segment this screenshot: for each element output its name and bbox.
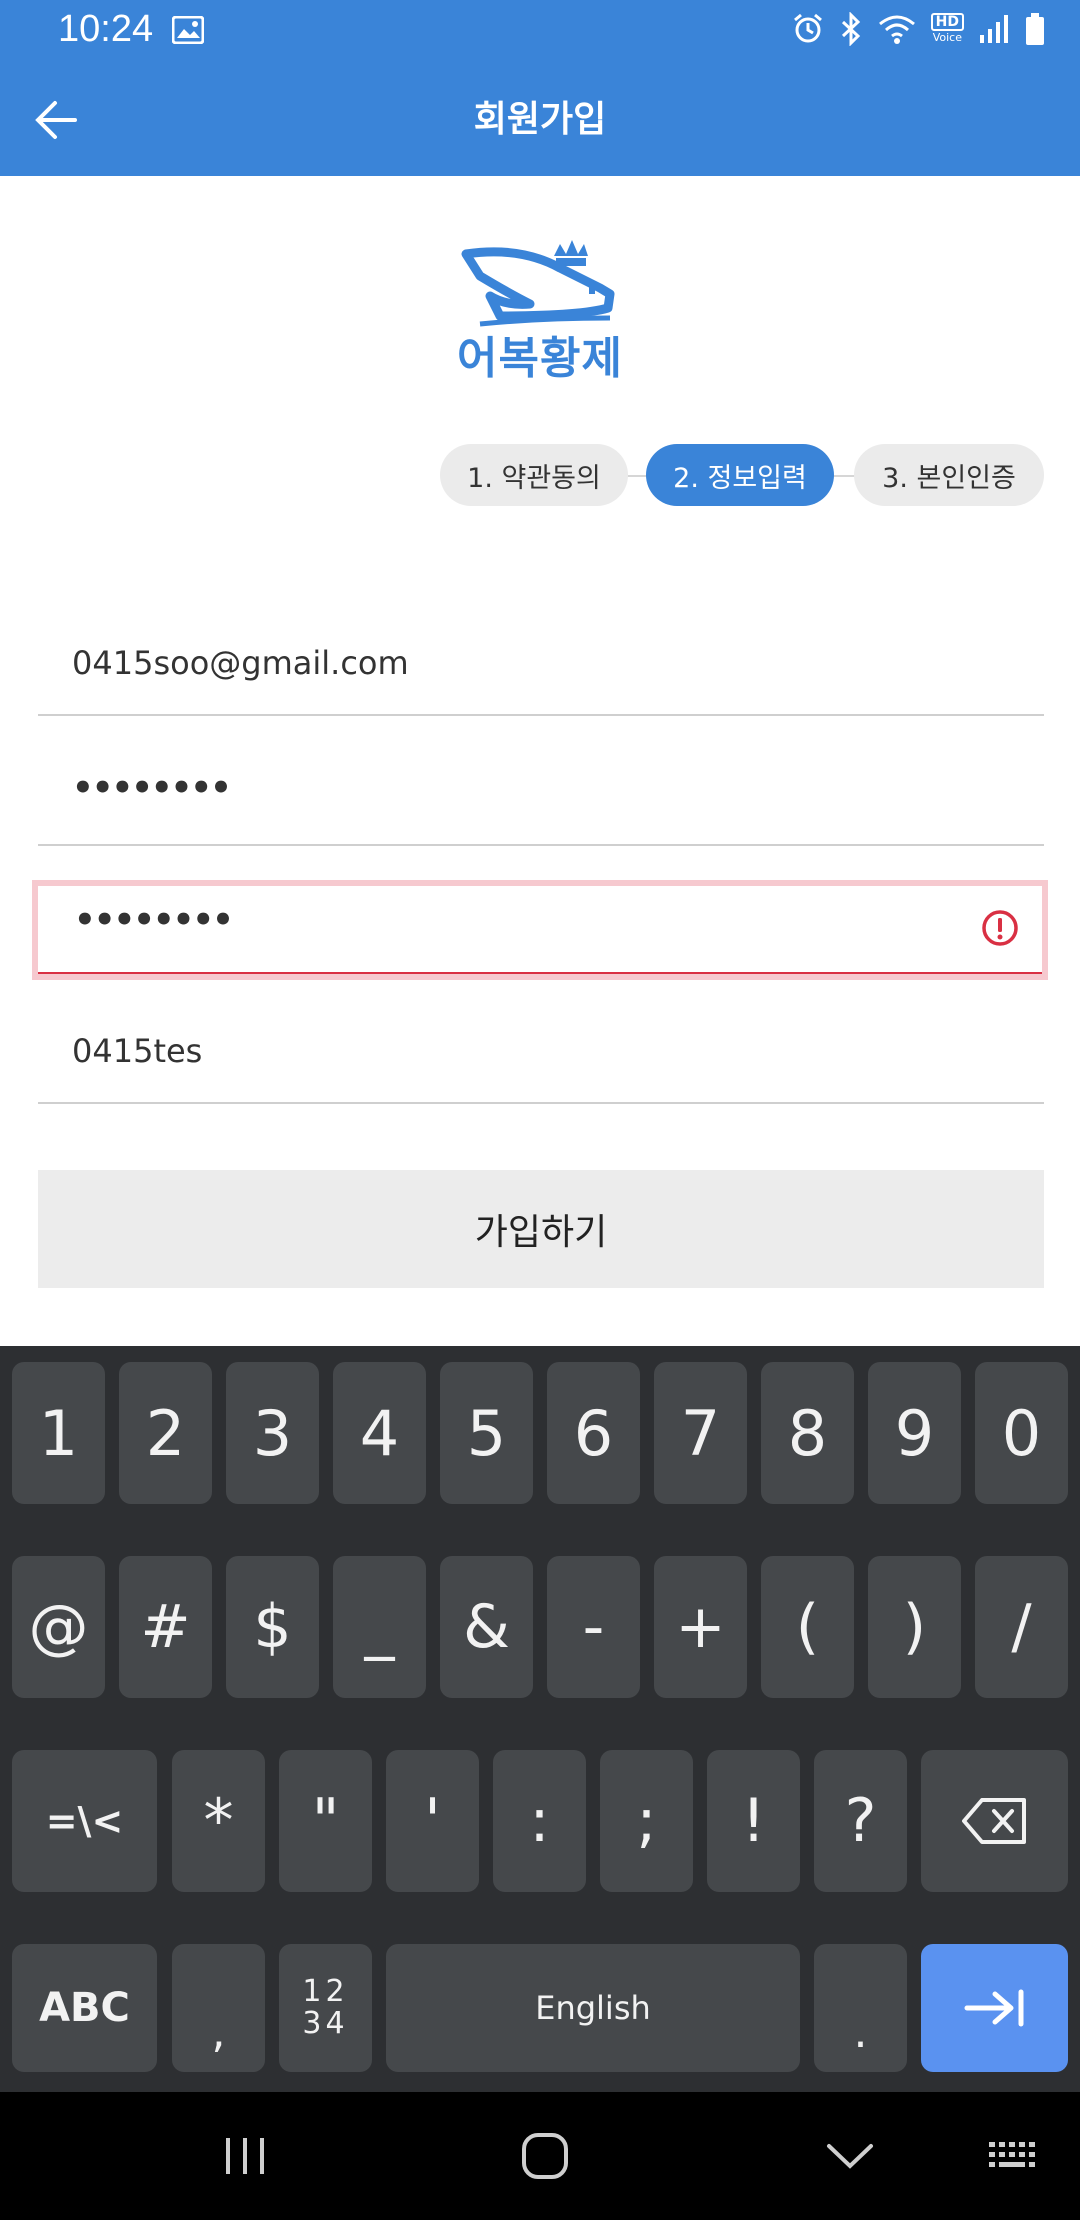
password-value: ••••••••	[72, 768, 232, 808]
key-abc[interactable]: ABC	[12, 1944, 157, 2072]
key-ampersand[interactable]: &	[440, 1556, 533, 1698]
key-hyphen[interactable]: -	[547, 1556, 640, 1698]
password-confirm-field[interactable]: ••••••••	[32, 880, 1048, 980]
password-confirm-value: ••••••••	[74, 900, 234, 940]
key-7[interactable]: 7	[654, 1362, 747, 1504]
bluetooth-icon	[841, 12, 860, 46]
battery-icon	[1026, 13, 1044, 45]
key-exclamation[interactable]: !	[707, 1750, 800, 1892]
key-5[interactable]: 5	[440, 1362, 533, 1504]
key-asterisk[interactable]: *	[172, 1750, 265, 1892]
key-6[interactable]: 6	[547, 1362, 640, 1504]
key-slash[interactable]: /	[975, 1556, 1068, 1698]
step-info[interactable]: 2. 정보입력	[646, 444, 834, 506]
key-close-paren[interactable]: )	[868, 1556, 961, 1698]
home-button[interactable]	[515, 2126, 575, 2186]
key-comma[interactable]: ,	[172, 1944, 265, 2072]
backspace-icon	[961, 1798, 1026, 1844]
key-period[interactable]: .	[814, 1944, 907, 2072]
alarm-icon	[793, 13, 822, 43]
key-1[interactable]: 1	[12, 1362, 105, 1504]
key-double-quote[interactable]: "	[279, 1750, 372, 1892]
step-terms[interactable]: 1. 약관동의	[440, 444, 628, 506]
logo-text: 어복황제	[457, 333, 623, 384]
key-at[interactable]: @	[12, 1556, 105, 1698]
key-open-paren[interactable]: (	[761, 1556, 854, 1698]
enter-key[interactable]	[921, 1944, 1068, 2072]
recent-apps-icon	[226, 2138, 264, 2174]
key-2[interactable]: 2	[119, 1362, 212, 1504]
signup-button[interactable]: 가입하기	[38, 1170, 1044, 1288]
key-hash[interactable]: #	[119, 1556, 212, 1698]
key-8[interactable]: 8	[761, 1362, 854, 1504]
back-nav-button[interactable]	[820, 2126, 880, 2186]
key-underscore[interactable]: _	[333, 1556, 426, 1698]
recent-apps-button[interactable]	[210, 2126, 280, 2186]
voice-label: Voice	[932, 31, 962, 44]
key-single-quote[interactable]: '	[386, 1750, 479, 1892]
step-verify[interactable]: 3. 본인인증	[854, 444, 1044, 506]
navigation-bar	[0, 2092, 1080, 2220]
error-icon	[982, 910, 1018, 946]
key-3[interactable]: 3	[226, 1362, 319, 1504]
key-plus[interactable]: +	[654, 1556, 747, 1698]
home-icon	[522, 2133, 568, 2179]
key-dollar[interactable]: $	[226, 1556, 319, 1698]
gallery-notification-icon	[172, 16, 204, 44]
page-title: 회원가입	[473, 99, 607, 140]
key-colon[interactable]: :	[493, 1750, 586, 1892]
key-more-symbols[interactable]: =\<	[12, 1750, 157, 1892]
space-key[interactable]: English	[386, 1944, 800, 2072]
tab-next-icon	[964, 1989, 1023, 2027]
hd-label: HD	[930, 13, 964, 31]
hd-voice-icon: HD Voice	[930, 13, 964, 45]
password-field[interactable]: ••••••••	[38, 750, 1044, 846]
email-value: 0415soo@gmail.com	[72, 644, 409, 682]
status-time: 10:24	[58, 8, 154, 50]
signal-icon	[980, 15, 1008, 43]
key-0[interactable]: 0	[975, 1362, 1068, 1504]
email-field[interactable]: 0415soo@gmail.com	[38, 620, 1044, 716]
nickname-field[interactable]: 0415tes	[38, 1008, 1044, 1104]
key-semicolon[interactable]: ;	[600, 1750, 693, 1892]
keyboard-icon	[989, 2142, 1035, 2167]
status-icons: HD Voice	[791, 12, 1046, 46]
key-4[interactable]: 4	[333, 1362, 426, 1504]
app-bar: 회원가입	[0, 64, 1080, 176]
key-numpad[interactable]: 12 34	[279, 1944, 372, 2072]
nickname-value: 0415tes	[72, 1032, 203, 1070]
keyboard: 1 2 3 4 5 6 7 8 9 0 @ # $ _ & - + ( ) / …	[0, 1346, 1080, 2092]
chevron-down-icon	[827, 2144, 873, 2169]
keyboard-toggle-button[interactable]	[985, 2126, 1045, 2186]
numpad-label: 12 34	[302, 1976, 348, 2040]
wifi-icon	[878, 15, 915, 44]
numpad-top: 12	[302, 1974, 349, 2009]
backspace-key[interactable]	[921, 1750, 1068, 1892]
key-question[interactable]: ?	[814, 1750, 907, 1892]
signup-steps: 1. 약관동의 2. 정보입력 3. 본인인증	[440, 444, 1044, 506]
key-9[interactable]: 9	[868, 1362, 961, 1504]
numpad-bottom: 34	[302, 2006, 349, 2041]
status-bar: 10:24 HD Voice	[0, 0, 1080, 64]
